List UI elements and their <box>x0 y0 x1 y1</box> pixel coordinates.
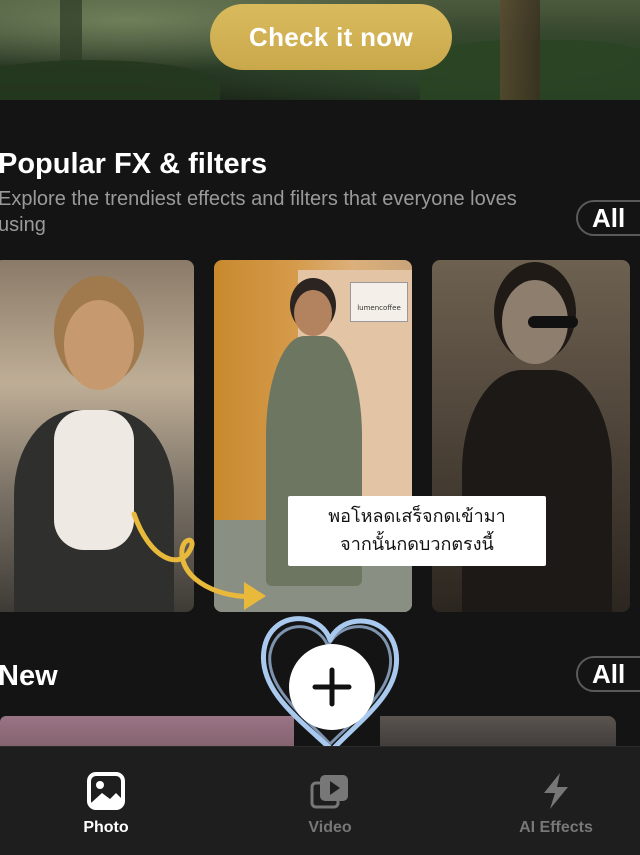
tab-video[interactable]: Video <box>270 771 390 837</box>
hero-decor <box>500 0 540 100</box>
hero-banner: Check it now <box>0 0 640 100</box>
tab-label: Video <box>308 819 352 836</box>
new-all-button[interactable]: All <box>576 656 640 692</box>
add-button[interactable] <box>289 644 375 730</box>
popular-section-description: Explore the trendiest effects and filter… <box>0 188 517 236</box>
annotation-note: พอโหลดเสร็จกดเข้ามา จากนั้นกดบวกตรงนี้ <box>288 496 546 566</box>
hero-decor <box>0 60 220 100</box>
tab-photo[interactable]: Photo <box>46 771 166 837</box>
new-section-title: New <box>0 660 58 692</box>
tab-ai-effects[interactable]: AI Effects <box>496 771 616 837</box>
photo-icon <box>87 772 125 810</box>
card-image-sign: lumencoffee <box>350 282 408 322</box>
card-image <box>528 316 578 328</box>
check-it-now-button[interactable]: Check it now <box>210 4 452 70</box>
lightning-icon <box>544 773 568 809</box>
card-image <box>64 300 134 390</box>
tab-label: AI Effects <box>519 819 593 836</box>
annotation-line: จากนั้นกดบวกตรงนี้ <box>340 534 494 555</box>
card-image <box>462 370 612 612</box>
video-icon <box>310 775 348 809</box>
bottom-tab-bar: Photo Video AI Effects <box>0 746 640 855</box>
popular-section-title: Popular FX & filters <box>0 148 268 180</box>
popular-all-button[interactable]: All <box>576 200 640 236</box>
annotation-line: พอโหลดเสร็จกดเข้ามา <box>328 506 506 527</box>
card-image <box>294 290 332 336</box>
plus-icon <box>312 667 352 707</box>
tab-label: Photo <box>83 819 129 836</box>
